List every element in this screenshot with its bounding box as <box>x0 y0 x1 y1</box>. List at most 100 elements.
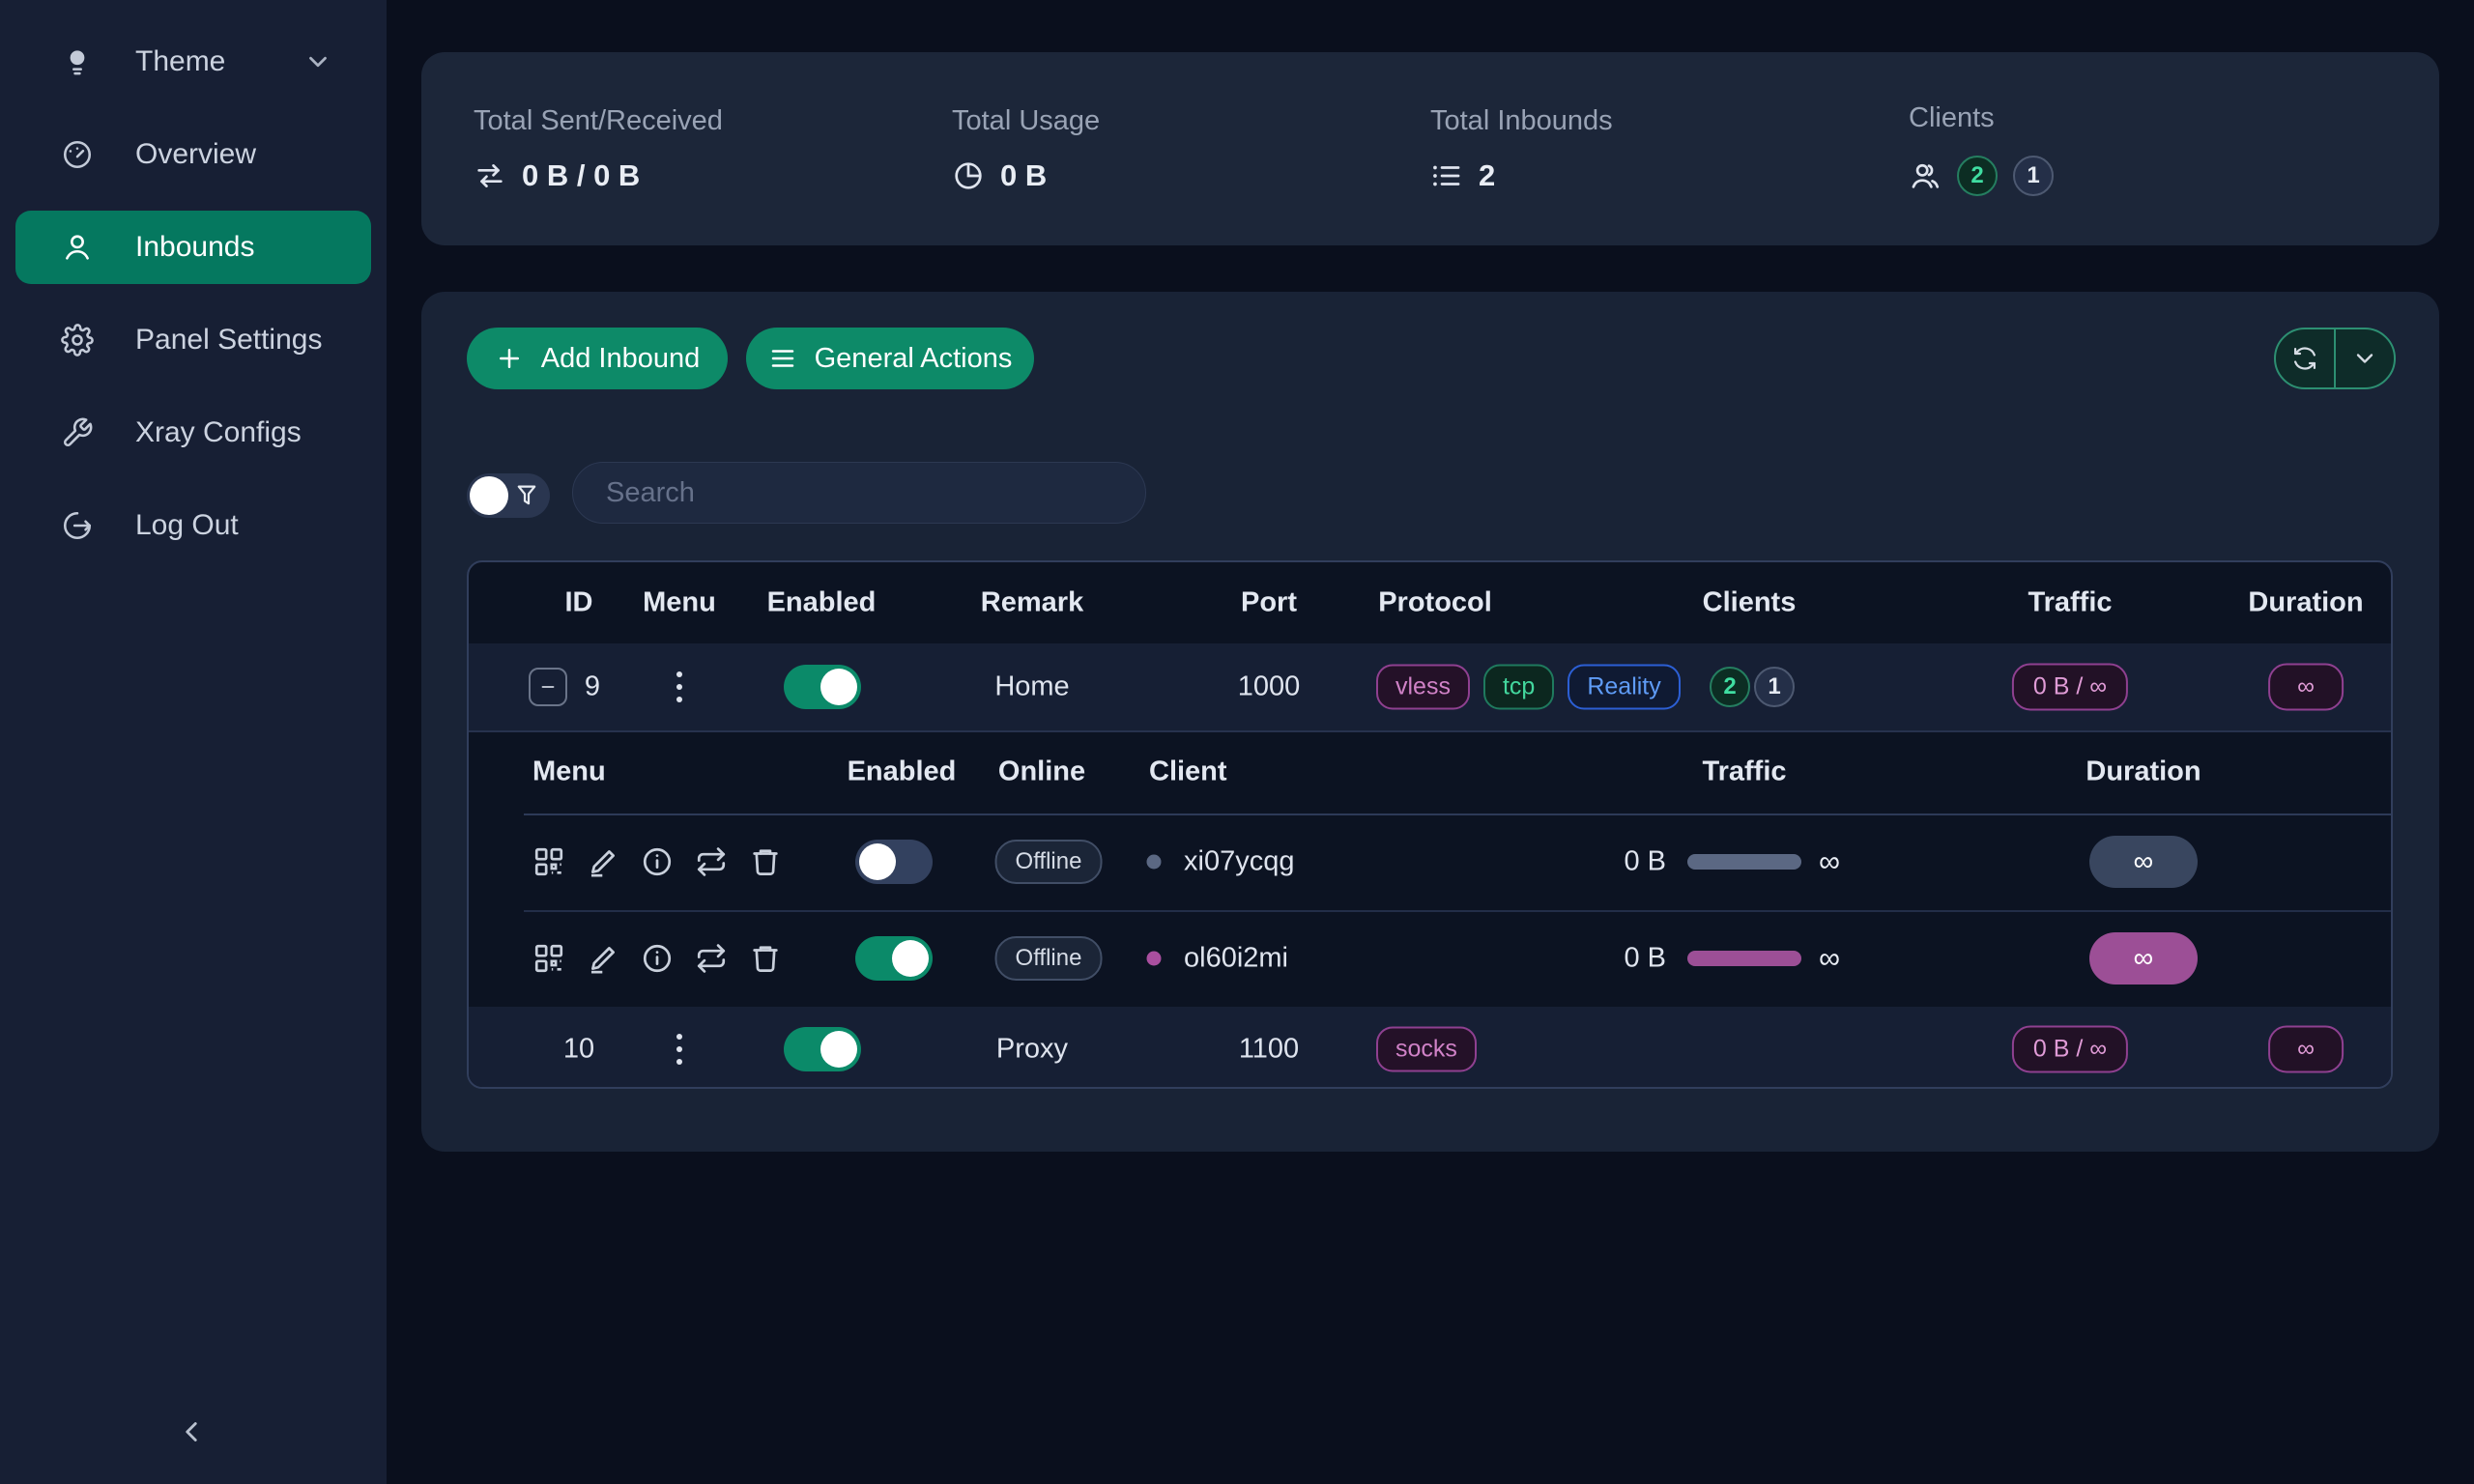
stat-label: Total Usage <box>952 105 1430 137</box>
refresh-dropdown-button[interactable] <box>2334 329 2394 387</box>
client-subtable-header: Menu Enabled Online Client Traffic Durat… <box>469 730 2391 813</box>
stat-label: Total Sent/Received <box>474 105 952 137</box>
subheader-online: Online <box>998 756 1085 788</box>
table-header-row: ID Menu Enabled Remark Port Protocol Cli… <box>469 562 2391 643</box>
sidebar-item-label: Theme <box>135 45 225 78</box>
info-icon[interactable] <box>641 942 674 975</box>
trash-icon[interactable] <box>749 942 782 975</box>
online-status-badge: Offline <box>995 936 1103 981</box>
clients-online-badge: 2 <box>1710 667 1750 707</box>
filter-icon <box>513 482 540 509</box>
protocol-badges: socks <box>1376 1026 1477 1071</box>
qr-code-icon[interactable] <box>532 942 565 975</box>
stat-value: 0 B <box>1000 158 1047 193</box>
logout-icon <box>60 508 95 543</box>
add-inbound-button[interactable]: Add Inbound <box>467 328 728 389</box>
traffic-bar <box>1687 854 1801 870</box>
general-actions-button[interactable]: General Actions <box>746 328 1034 389</box>
reset-traffic-icon[interactable] <box>695 942 728 975</box>
sidebar-item-label: Xray Configs <box>135 416 302 449</box>
protocol-badge-socks: socks <box>1376 1026 1477 1071</box>
bulb-icon <box>60 44 95 79</box>
pie-chart-icon <box>952 159 985 192</box>
traffic-bar <box>1687 951 1801 966</box>
clients-online-badge: 2 <box>1957 156 1998 196</box>
sidebar-item-xray-configs[interactable]: Xray Configs <box>15 396 371 470</box>
client-enabled-toggle[interactable] <box>855 840 933 884</box>
clients-total-badge: 1 <box>1754 667 1795 707</box>
refresh-button[interactable] <box>2276 329 2334 387</box>
client-duration-pill[interactable]: ∞ <box>2089 932 2198 985</box>
header-traffic: Traffic <box>2028 587 2112 619</box>
reset-traffic-icon[interactable] <box>695 845 728 878</box>
sidebar: Theme Overview Inbounds <box>0 0 387 1484</box>
stat-total-inbounds: Total Inbounds 2 <box>1430 105 1909 193</box>
protocol-badge-reality: Reality <box>1568 665 1680 710</box>
row-port: 1100 <box>1239 1033 1299 1065</box>
header-clients: Clients <box>1703 587 1797 619</box>
plus-icon <box>495 344 524 373</box>
client-status-dot <box>1147 952 1162 966</box>
row-port: 1000 <box>1238 671 1301 703</box>
list-icon <box>1430 159 1463 192</box>
transfer-icon <box>474 159 506 192</box>
duration-pill[interactable]: ∞ <box>2268 664 2344 711</box>
stat-value: 0 B / 0 B <box>522 158 640 193</box>
trash-icon[interactable] <box>749 845 782 878</box>
client-action-icons <box>532 942 782 975</box>
traffic-pill: 0 B / ∞ <box>2012 664 2128 711</box>
kebab-menu-icon[interactable] <box>671 666 688 708</box>
qr-code-icon[interactable] <box>532 845 565 878</box>
sidebar-item-log-out[interactable]: Log Out <box>15 489 371 562</box>
sidebar-item-theme[interactable]: Theme <box>15 25 371 99</box>
sidebar-collapse-button[interactable] <box>158 1405 224 1463</box>
clients-total-badge: 1 <box>2013 156 2054 196</box>
filter-toggle[interactable] <box>467 473 550 518</box>
header-enabled: Enabled <box>767 587 877 619</box>
duration-pill[interactable]: ∞ <box>2268 1025 2344 1072</box>
traffic-limit: ∞ <box>1819 941 1840 976</box>
client-enabled-toggle[interactable] <box>855 936 933 981</box>
collapse-row-icon[interactable] <box>529 668 567 706</box>
header-remark: Remark <box>981 587 1083 619</box>
gauge-icon <box>60 137 95 172</box>
search-input[interactable] <box>572 462 1146 524</box>
row-enabled-toggle[interactable] <box>784 1027 861 1071</box>
client-duration-pill-wrap: ∞ <box>2089 836 2198 888</box>
subheader-client: Client <box>1149 756 1227 788</box>
stat-total-sent-received: Total Sent/Received 0 B / 0 B <box>474 105 952 193</box>
online-status-badge: Offline <box>995 840 1103 884</box>
sidebar-item-panel-settings[interactable]: Panel Settings <box>15 303 371 377</box>
row-enabled-toggle[interactable] <box>784 665 861 709</box>
stat-value: 2 <box>1479 158 1495 193</box>
row-remark: Proxy <box>996 1033 1068 1065</box>
subheader-duration: Duration <box>2086 756 2201 788</box>
client-duration-pill[interactable]: ∞ <box>2089 836 2198 888</box>
client-count-badges: 2 1 <box>1710 667 1795 707</box>
client-name: ol60i2mi <box>1184 943 1288 975</box>
user-icon <box>60 230 95 265</box>
edit-icon[interactable] <box>587 942 619 975</box>
kebab-menu-icon[interactable] <box>671 1028 688 1070</box>
sidebar-item-overview[interactable]: Overview <box>15 118 371 191</box>
traffic-pill: 0 B / ∞ <box>2012 1025 2128 1072</box>
row-remark: Home <box>994 671 1069 703</box>
client-row: Offline ol60i2mi 0 B ∞ ∞ <box>469 910 2391 1007</box>
header-port: Port <box>1241 587 1297 619</box>
wrench-icon <box>60 415 95 450</box>
toggle-knob <box>470 476 508 515</box>
add-inbound-label: Add Inbound <box>541 343 700 375</box>
chevron-left-icon <box>175 1415 208 1453</box>
stat-label: Total Inbounds <box>1430 105 1909 137</box>
traffic-limit: ∞ <box>1819 844 1840 879</box>
sidebar-item-label: Log Out <box>135 509 239 542</box>
sidebar-item-inbounds[interactable]: Inbounds <box>15 211 371 284</box>
protocol-badge-tcp: tcp <box>1483 665 1554 710</box>
client-traffic-used: 0 B <box>1624 846 1666 878</box>
info-icon[interactable] <box>641 845 674 878</box>
edit-icon[interactable] <box>587 845 619 878</box>
stat-total-usage: Total Usage 0 B <box>952 105 1430 193</box>
sidebar-item-label: Panel Settings <box>135 324 322 357</box>
sidebar-item-label: Inbounds <box>135 231 254 264</box>
table-row: 9 Home 1000 vless tcp Reality 2 1 0 B / … <box>469 643 2391 730</box>
